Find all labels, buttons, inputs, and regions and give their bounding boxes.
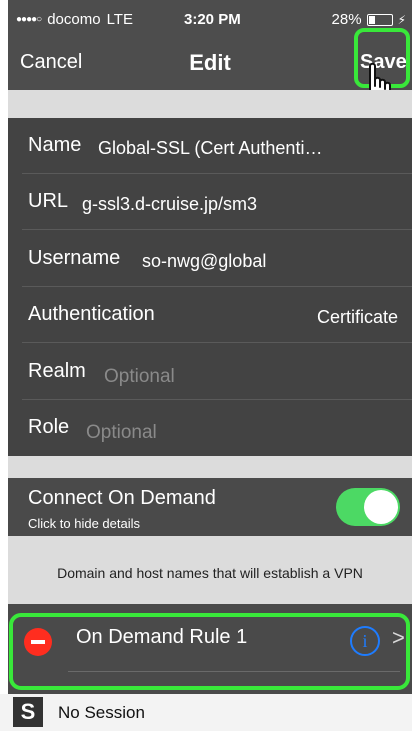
url-label: URL: [28, 190, 69, 212]
vpn-domains-note: Domain and host names that will establis…: [8, 536, 412, 604]
session-footer: S No Session: [0, 694, 412, 731]
carrier-name: docomo: [47, 11, 101, 28]
url-field[interactable]: g-ssl3.d-cruise.jp/sm3: [82, 194, 257, 215]
username-field[interactable]: so-nwg@global: [142, 251, 266, 272]
role-field[interactable]: Optional: [86, 422, 157, 444]
session-status: No Session: [58, 703, 145, 722]
realm-label: Realm: [28, 360, 86, 382]
authentication-label: Authentication: [28, 303, 155, 325]
connection-form: Name Global-SSL (Cert Authenti… URL g-ss…: [8, 118, 412, 456]
username-row[interactable]: Username so-nwg@global: [8, 231, 412, 287]
carrier-info: ●●●●○ docomo LTE: [16, 11, 133, 28]
connect-on-demand-label: Connect On Demand: [28, 487, 216, 509]
battery-icon: [366, 13, 393, 26]
name-row[interactable]: Name Global-SSL (Cert Authenti…: [8, 118, 412, 174]
section-spacer: [8, 456, 412, 478]
navigation-bar: Cancel Edit Save: [8, 38, 412, 90]
network-type: LTE: [106, 11, 133, 28]
section-spacer: [8, 90, 412, 118]
name-label: Name: [28, 134, 82, 156]
battery-percent: 28%: [331, 11, 362, 28]
authentication-value[interactable]: Certificate: [317, 307, 398, 328]
name-field[interactable]: Global-SSL (Cert Authenti…: [98, 138, 322, 159]
app-logo-icon: S: [13, 697, 43, 727]
connect-on-demand-toggle[interactable]: [336, 488, 400, 526]
battery-status: 28% ⚡: [332, 11, 406, 28]
url-row[interactable]: URL g-ssl3.d-cruise.jp/sm3: [8, 174, 412, 230]
role-label: Role: [28, 416, 70, 438]
connect-on-demand-row[interactable]: Connect On Demand Click to hide details: [8, 478, 412, 536]
status-time: 3:20 PM: [184, 11, 241, 28]
role-row[interactable]: Role Optional: [8, 400, 412, 456]
realm-row[interactable]: Realm Optional: [8, 344, 412, 400]
page-title: Edit: [189, 50, 231, 75]
hide-details-link[interactable]: Click to hide details: [28, 516, 140, 531]
status-bar: ●●●●○ docomo LTE 3:20 PM 28% ⚡: [8, 0, 412, 38]
rule-highlight-box: [9, 613, 410, 690]
charging-icon: ⚡: [397, 12, 406, 27]
username-label: Username: [28, 247, 121, 269]
realm-field[interactable]: Optional: [104, 366, 175, 388]
authentication-row[interactable]: Authentication Certificate: [8, 287, 412, 343]
signal-strength-icon: ●●●●○: [16, 14, 42, 25]
